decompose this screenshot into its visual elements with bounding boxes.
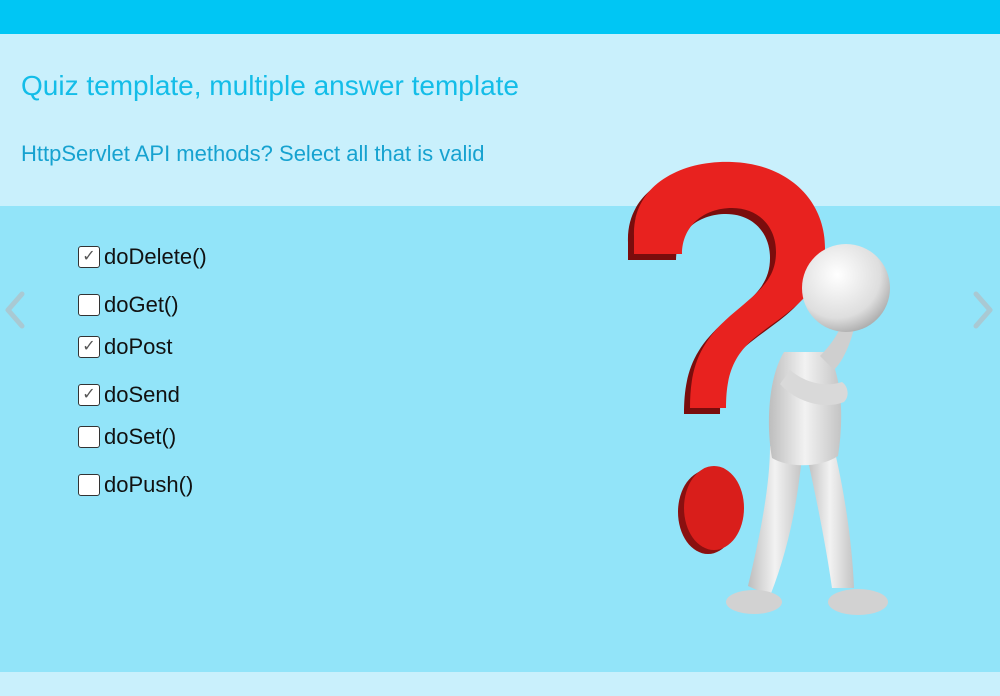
chevron-right-icon [973,291,993,329]
checkbox[interactable] [78,294,100,316]
answer-label: doPush() [104,472,194,497]
answer-label: doPost [104,334,173,359]
answer-option-doset[interactable]: doSet() [78,424,176,450]
answer-option-dopost[interactable]: ✓ doPost [78,334,173,360]
answer-option-dodelete[interactable]: ✓ doDelete() [78,244,207,270]
page-title: Quiz template, multiple answer template [21,70,519,101]
checkbox[interactable]: ✓ [78,336,100,358]
next-slide-button[interactable] [968,290,998,330]
answer-option-doget[interactable]: doGet() [78,292,179,318]
top-bar [0,0,1000,34]
answer-label: doGet() [104,292,179,317]
checkbox[interactable]: ✓ [78,384,100,406]
check-icon: ✓ [82,386,96,403]
previous-slide-button[interactable] [0,290,30,330]
check-icon: ✓ [82,248,96,265]
answer-label: doSend [104,382,180,407]
chevron-left-icon [5,291,25,329]
slide-footer [0,672,1000,696]
check-icon: ✓ [82,338,96,355]
answer-label: doDelete() [104,244,207,269]
answer-option-dopush[interactable]: doPush() [78,472,193,498]
answer-label: doSet() [104,424,177,449]
checkbox[interactable] [78,426,100,448]
question-mark-figure-icon [627,161,890,615]
checkbox[interactable]: ✓ [78,246,100,268]
checkbox[interactable] [78,474,100,496]
question-text: HttpServlet API methods? Select all that… [21,141,485,166]
answer-option-dosend[interactable]: ✓ doSend [78,382,180,408]
